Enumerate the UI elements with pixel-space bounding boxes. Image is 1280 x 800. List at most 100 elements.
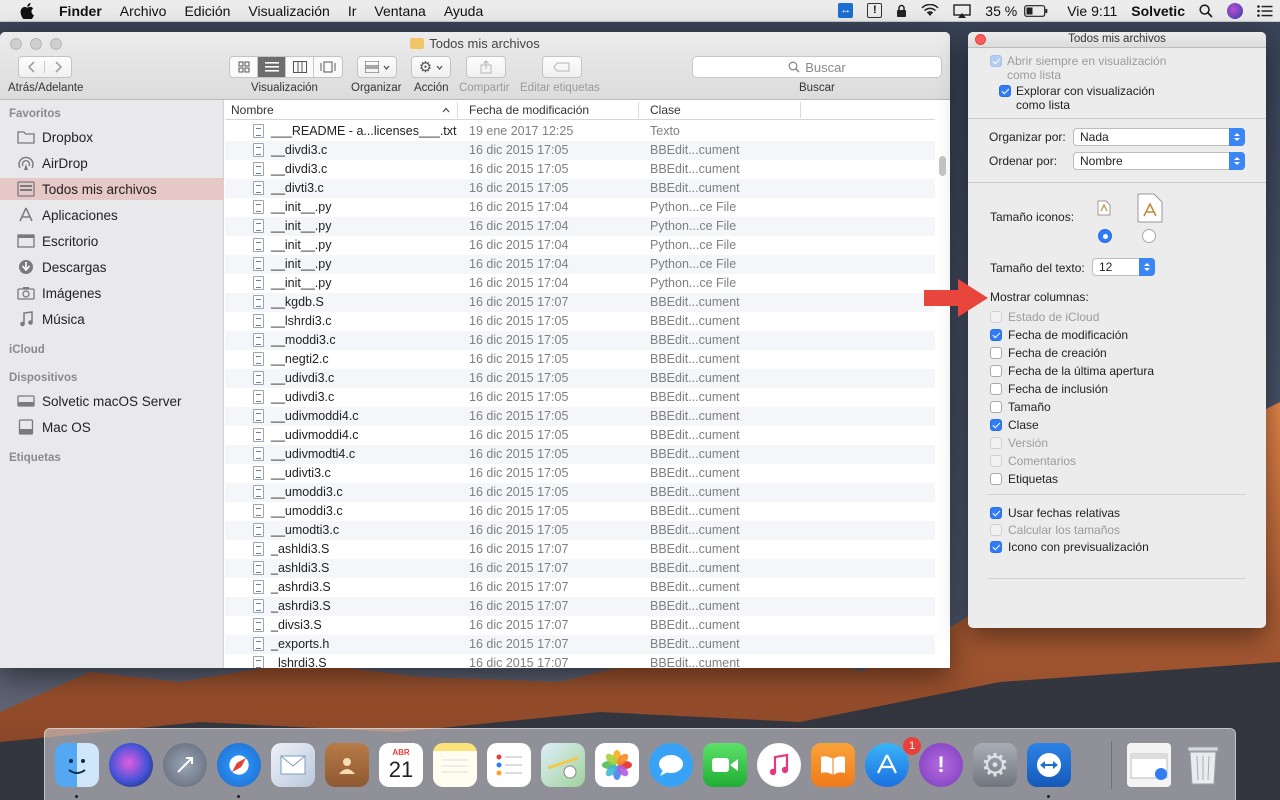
checkbox[interactable] <box>990 419 1002 431</box>
checkbox[interactable] <box>990 365 1002 377</box>
battery-percent[interactable]: 35 % <box>978 3 1024 19</box>
dock-trash-icon[interactable] <box>1181 743 1225 787</box>
checkbox[interactable] <box>990 473 1002 485</box>
column-divider[interactable] <box>638 102 639 118</box>
column-header-date[interactable]: Fecha de modificación <box>469 103 589 117</box>
forward-button[interactable] <box>45 61 71 73</box>
file-row[interactable]: __lshrdi3.c 16 dic 2015 17:05 BBEdit...cum… <box>225 312 935 331</box>
file-row[interactable]: __init__.py 16 dic 2015 17:04 Python...ce … <box>225 198 935 217</box>
vertical-scrollbar[interactable] <box>939 156 946 176</box>
option-etiquetas[interactable]: Etiquetas <box>990 472 1058 486</box>
menu-ayuda[interactable]: Ayuda <box>435 3 492 19</box>
dock-calendar-icon[interactable]: ABR 21 <box>379 743 423 787</box>
option-fecha-de-inclusion[interactable]: Fecha de inclusión <box>990 382 1108 396</box>
sidebar-item-dropbox[interactable]: Dropbox <box>0 126 224 148</box>
arrange-by-select[interactable]: Nada <box>1073 128 1245 146</box>
airplay-status-icon[interactable] <box>946 3 978 18</box>
share-button[interactable] <box>466 56 506 78</box>
always-open-list-checkbox[interactable] <box>990 55 1002 67</box>
file-row[interactable]: __udivmoddi4.c 16 dic 2015 17:05 BBEdit...… <box>225 407 935 426</box>
siri-icon[interactable] <box>1220 2 1250 19</box>
sidebar-item-server[interactable]: Solvetic macOS Server <box>0 390 224 412</box>
icon-size-large-radio[interactable] <box>1142 229 1156 243</box>
dock-ibooks-icon[interactable] <box>811 743 855 787</box>
clock[interactable]: Vie 9:11 <box>1055 3 1124 19</box>
icon-view-button[interactable] <box>230 57 258 77</box>
file-row[interactable]: __umoddi3.c 16 dic 2015 17:05 BBEdit...cum… <box>225 502 935 521</box>
menu-ir[interactable]: Ir <box>339 3 366 19</box>
sidebar-item-all-files[interactable]: Todos mis archivos <box>0 178 224 200</box>
file-row[interactable]: __udivdi3.c 16 dic 2015 17:05 BBEdit...cum… <box>225 369 935 388</box>
file-row[interactable]: ___README - a...licenses___.txt 19 ene 20… <box>225 122 935 141</box>
file-row[interactable]: __divdi3.c 16 dic 2015 17:05 BBEdit...cume… <box>225 160 935 179</box>
dock-photos-icon[interactable] <box>595 743 639 787</box>
menu-edicion[interactable]: Edición <box>175 3 239 19</box>
dock-feedback-icon[interactable]: ! <box>919 743 963 787</box>
icon-size-small-radio[interactable] <box>1098 229 1112 243</box>
file-row[interactable]: __divti3.c 16 dic 2015 17:05 BBEdit...cume… <box>225 179 935 198</box>
list-view-button[interactable] <box>258 57 286 77</box>
option-fecha-de-la-ultima-apertura[interactable]: Fecha de la última apertura <box>990 364 1154 378</box>
file-row[interactable]: __kgdb.S 16 dic 2015 17:07 BBEdit...cument <box>225 293 935 312</box>
edit-tags-button[interactable] <box>542 56 582 78</box>
dock-finder-icon[interactable] <box>55 743 99 787</box>
checkbox[interactable] <box>990 347 1002 359</box>
dock-maps-icon[interactable] <box>541 743 585 787</box>
file-row[interactable]: _divsi3.S 16 dic 2015 17:07 BBEdit...cumen… <box>225 616 935 635</box>
option-estado-de-icloud[interactable]: Estado de iCloud <box>990 310 1099 324</box>
option-clase[interactable]: Clase <box>990 418 1039 432</box>
file-row[interactable]: __udivmoddi4.c 16 dic 2015 17:05 BBEdit...… <box>225 426 935 445</box>
checkbox[interactable] <box>990 329 1002 341</box>
notification-center-icon[interactable] <box>1250 4 1280 17</box>
column-divider[interactable] <box>457 102 458 118</box>
file-row[interactable]: __negti2.c 16 dic 2015 17:05 BBEdit...cume… <box>225 350 935 369</box>
file-row[interactable]: __init__.py 16 dic 2015 17:04 Python...ce … <box>225 236 935 255</box>
file-row[interactable]: _exports.h 16 dic 2015 17:07 BBEdit...cume… <box>225 635 935 654</box>
option-fecha-de-creacion[interactable]: Fecha de creación <box>990 346 1107 360</box>
dock-app-store-icon[interactable] <box>865 743 909 787</box>
alert-status-icon[interactable]: ! <box>860 3 889 18</box>
menu-ventana[interactable]: Ventana <box>365 3 434 19</box>
arrange-button[interactable] <box>357 56 397 78</box>
menu-archivo[interactable]: Archivo <box>111 3 176 19</box>
option-icono-con-previsualizacion[interactable]: Icono con previsualización <box>990 540 1149 554</box>
sidebar-item-music[interactable]: Música <box>0 308 224 330</box>
file-row[interactable]: __init__.py 16 dic 2015 17:04 Python...ce … <box>225 217 935 236</box>
sidebar-item-desktop[interactable]: Escritorio <box>0 230 224 252</box>
text-size-select[interactable]: 12 <box>1092 258 1155 276</box>
browse-list-checkbox[interactable] <box>999 85 1011 97</box>
file-row[interactable]: _lshrdi3.S 16 dic 2015 17:07 BBEdit...cume… <box>225 654 935 668</box>
browse-list-option[interactable]: Explorar con visualización como lista <box>999 84 1179 112</box>
wifi-status-icon[interactable] <box>914 4 946 17</box>
column-view-button[interactable] <box>286 57 314 77</box>
dock-messages-icon[interactable] <box>649 743 693 787</box>
lock-status-icon[interactable] <box>889 4 914 18</box>
file-row[interactable]: __umoddi3.c 16 dic 2015 17:05 BBEdit...cum… <box>225 483 935 502</box>
dock-notes-icon[interactable] <box>433 743 477 787</box>
menu-visualizacion[interactable]: Visualización <box>239 3 338 19</box>
file-row[interactable]: _ashrdi3.S 16 dic 2015 17:07 BBEdit...cume… <box>225 597 935 616</box>
dock-safari-icon[interactable] <box>217 743 261 787</box>
dock-launchpad-icon[interactable] <box>163 743 207 787</box>
dock-reminders-icon[interactable] <box>487 743 531 787</box>
action-button[interactable]: ⚙ <box>411 56 451 78</box>
checkbox[interactable] <box>990 507 1002 519</box>
file-row[interactable]: _ashldi3.S 16 dic 2015 17:07 BBEdit...cume… <box>225 559 935 578</box>
sidebar-item-downloads[interactable]: Descargas <box>0 256 224 278</box>
teamviewer-status-icon[interactable]: ↔ <box>831 3 860 18</box>
dock-mail-icon[interactable] <box>271 743 315 787</box>
dock-system-preferences-icon[interactable]: ⚙ <box>973 743 1017 787</box>
gallery-view-button[interactable] <box>314 57 342 77</box>
file-row[interactable]: __umodti3.c 16 dic 2015 17:05 BBEdit...cum… <box>225 521 935 540</box>
checkbox[interactable] <box>990 311 1002 323</box>
file-row[interactable]: _ashldi3.S 16 dic 2015 17:07 BBEdit...cume… <box>225 540 935 559</box>
file-row[interactable]: __init__.py 16 dic 2015 17:04 Python...ce … <box>225 255 935 274</box>
checkbox[interactable] <box>990 541 1002 553</box>
sort-by-select[interactable]: Nombre <box>1073 152 1245 170</box>
file-row[interactable]: __udivdi3.c 16 dic 2015 17:05 BBEdit...cum… <box>225 388 935 407</box>
dock-facetime-icon[interactable] <box>703 743 747 787</box>
file-row[interactable]: __udivmodti4.c 16 dic 2015 17:05 BBEdit...… <box>225 445 935 464</box>
file-row[interactable]: __udivti3.c 16 dic 2015 17:05 BBEdit...cum… <box>225 464 935 483</box>
option-calcular-los-tamanos[interactable]: Calcular los tamaños <box>990 523 1120 537</box>
column-header-kind[interactable]: Clase <box>650 103 681 117</box>
